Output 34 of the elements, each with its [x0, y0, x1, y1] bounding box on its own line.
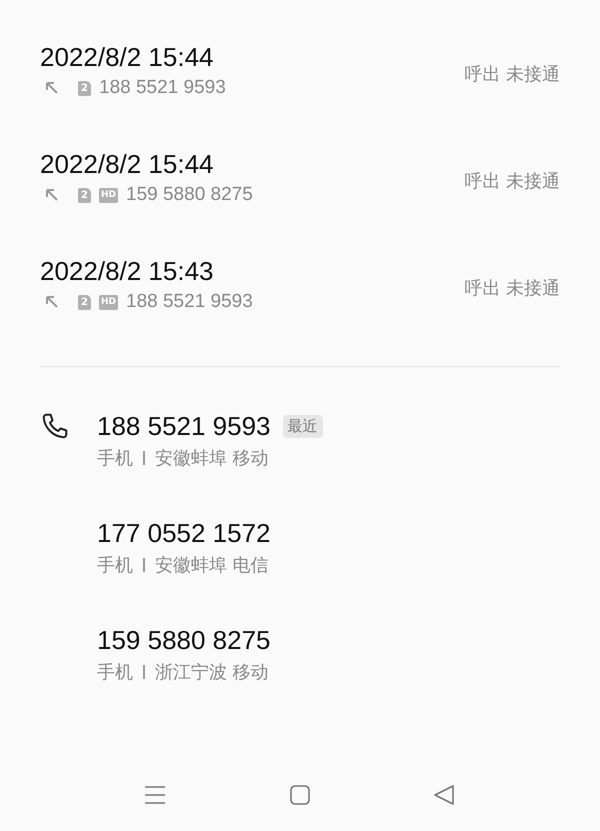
call-status: 呼出 未接通 [464, 277, 560, 300]
number-type: 手机 [97, 447, 133, 470]
separator-bar [143, 665, 145, 679]
call-status: 呼出 未接通 [464, 170, 560, 193]
outgoing-arrow-icon [44, 187, 60, 203]
home-icon[interactable] [288, 784, 310, 806]
phone-icon[interactable] [40, 411, 70, 441]
recent-tag: 最近 [282, 414, 323, 438]
separator-bar [143, 558, 145, 572]
hd-icon: HD [99, 294, 118, 310]
outgoing-arrow-icon [44, 80, 60, 96]
call-time: 2022/8/2 15:44 [40, 41, 214, 74]
number-location: 安徽蚌埠 电信 [155, 554, 269, 577]
separator-bar [143, 451, 145, 465]
outgoing-arrow-icon [44, 294, 60, 310]
number-location: 安徽蚌埠 移动 [155, 447, 269, 470]
number-location: 浙江宁波 移动 [155, 661, 269, 684]
phone-number[interactable]: 188 5521 9593 [97, 410, 271, 442]
sim-icon: 2 [78, 294, 91, 310]
number-type: 手机 [97, 554, 133, 577]
hd-icon: HD [99, 188, 118, 202]
phone-number: 188 5521 9593 [126, 291, 253, 313]
sim-icon: 2 [78, 188, 91, 202]
back-icon[interactable] [433, 784, 455, 806]
phone-number: 159 5880 8275 [126, 184, 253, 206]
number-type: 手机 [97, 661, 133, 684]
phone-number[interactable]: 159 5880 8275 [97, 624, 271, 656]
call-time: 2022/8/2 15:44 [40, 148, 214, 181]
call-time: 2022/8/2 15:43 [40, 255, 214, 288]
phone-number[interactable]: 177 0552 1572 [97, 518, 271, 548]
phone-number: 188 5521 9593 [99, 77, 226, 99]
call-status: 呼出 未接通 [464, 63, 560, 86]
sim-icon: 2 [78, 80, 91, 96]
menu-icon[interactable] [144, 784, 166, 806]
